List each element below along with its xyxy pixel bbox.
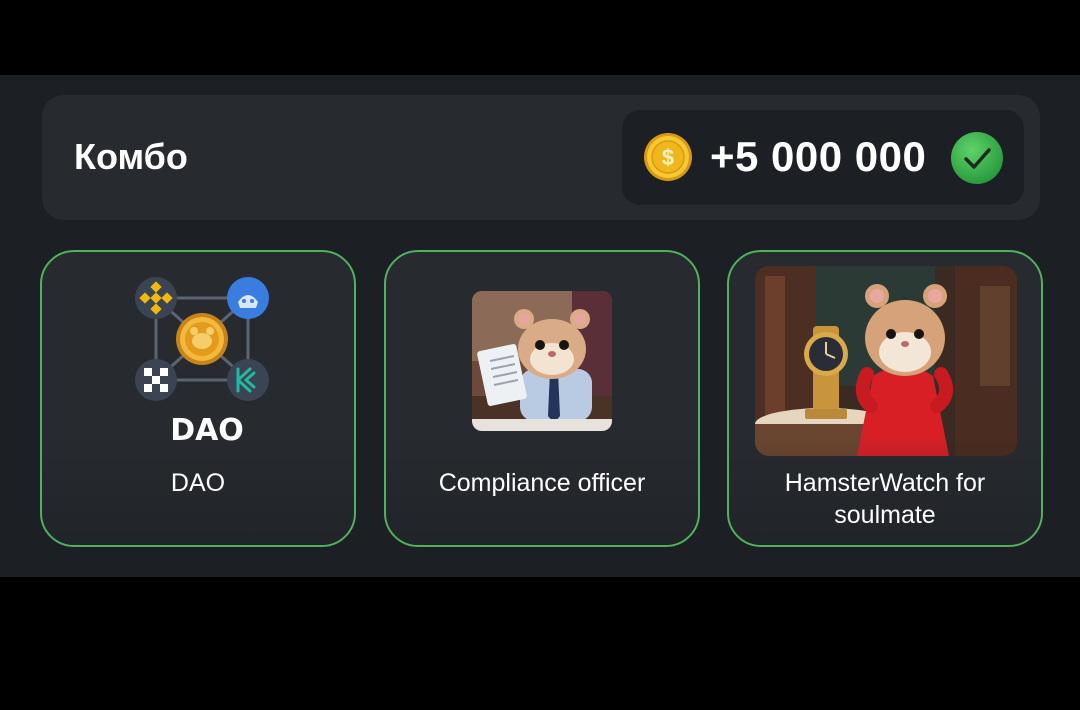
combo-card-label: Compliance officer	[438, 469, 646, 497]
svg-text:$: $	[662, 145, 674, 170]
svg-text:DAO: DAO	[170, 413, 244, 448]
check-icon	[951, 132, 1003, 184]
combo-card-compliance-officer[interactable]: Compliance officer	[384, 250, 700, 547]
hamster-watch-image	[755, 266, 1017, 456]
dao-network-icon: DAO	[135, 277, 269, 448]
reward-amount: +5 000 000	[710, 133, 927, 180]
combo-card-hamsterwatch[interactable]: HamsterWatch for soulmate	[727, 250, 1043, 547]
combo-card-dao[interactable]: DAO DAO	[40, 250, 356, 547]
coin-icon: $	[644, 133, 692, 181]
daily-combo-panel: Комбо $ +5 000 000 DAO DAO Compliance of…	[0, 75, 1080, 577]
hamster-compliance-officer-image	[472, 291, 612, 431]
combo-card-label: DAO	[170, 469, 226, 497]
combo-title: Комбо	[74, 136, 188, 177]
combo-header: Комбо $ +5 000 000	[42, 95, 1040, 220]
combo-card-label: HamsterWatch for soulmate	[784, 469, 986, 529]
combo-reward: $ +5 000 000	[622, 110, 1024, 205]
